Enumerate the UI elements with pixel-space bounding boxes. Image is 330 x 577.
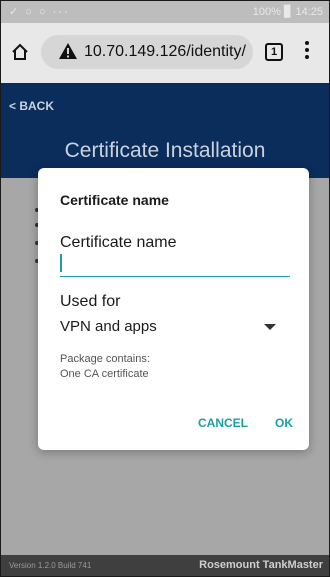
certificate-name-input[interactable] [60, 252, 290, 277]
certificate-dialog: Certificate name Certificate name Used f… [38, 168, 309, 450]
used-for-value: VPN and apps [60, 318, 157, 335]
status-icons-left: ✓ ○ ○ ··· [9, 6, 70, 18]
status-bar: ✓ ○ ○ ··· 100% ▊ 14:25 [1, 1, 329, 23]
back-button[interactable]: < BACK [9, 99, 54, 113]
package-line-1: Package contains: [60, 353, 150, 365]
dropdown-arrow-icon [264, 324, 276, 330]
footer: Version 1.2.0 Build 741 Rosemount TankMa… [1, 555, 329, 576]
overflow-menu-icon[interactable] [305, 41, 309, 59]
used-for-label: Used for [60, 293, 121, 310]
url-text: 10.70.149.126/identity/ [84, 43, 246, 60]
page-title: Certificate Installation [64, 139, 266, 162]
home-icon[interactable] [11, 43, 29, 61]
cancel-button[interactable]: CANCEL [198, 416, 248, 430]
dialog-title: Certificate name [60, 192, 169, 208]
brand-label: Rosemount TankMaster [199, 559, 323, 571]
certificate-name-label: Certificate name [60, 234, 177, 251]
tab-switcher-button[interactable]: 1 [265, 43, 283, 61]
app-header: < BACK Certificate Installation [1, 83, 329, 178]
ok-button[interactable]: OK [275, 416, 293, 430]
screen: ✓ ○ ○ ··· 100% ▊ 14:25 10.70.149.126/ide… [0, 0, 330, 577]
warning-icon[interactable] [59, 43, 77, 59]
address-bar[interactable]: 10.70.149.126/identity/ [41, 35, 253, 69]
version-label: Version 1.2.0 Build 741 [9, 561, 92, 570]
status-icons-right: 100% ▊ 14:25 [252, 6, 323, 18]
package-info: Package contains: One CA certificate [60, 352, 150, 382]
package-line-2: One CA certificate [60, 368, 149, 380]
browser-toolbar: 10.70.149.126/identity/ 1 [1, 23, 329, 83]
text-cursor [60, 254, 62, 272]
used-for-select[interactable]: VPN and apps [60, 314, 290, 338]
